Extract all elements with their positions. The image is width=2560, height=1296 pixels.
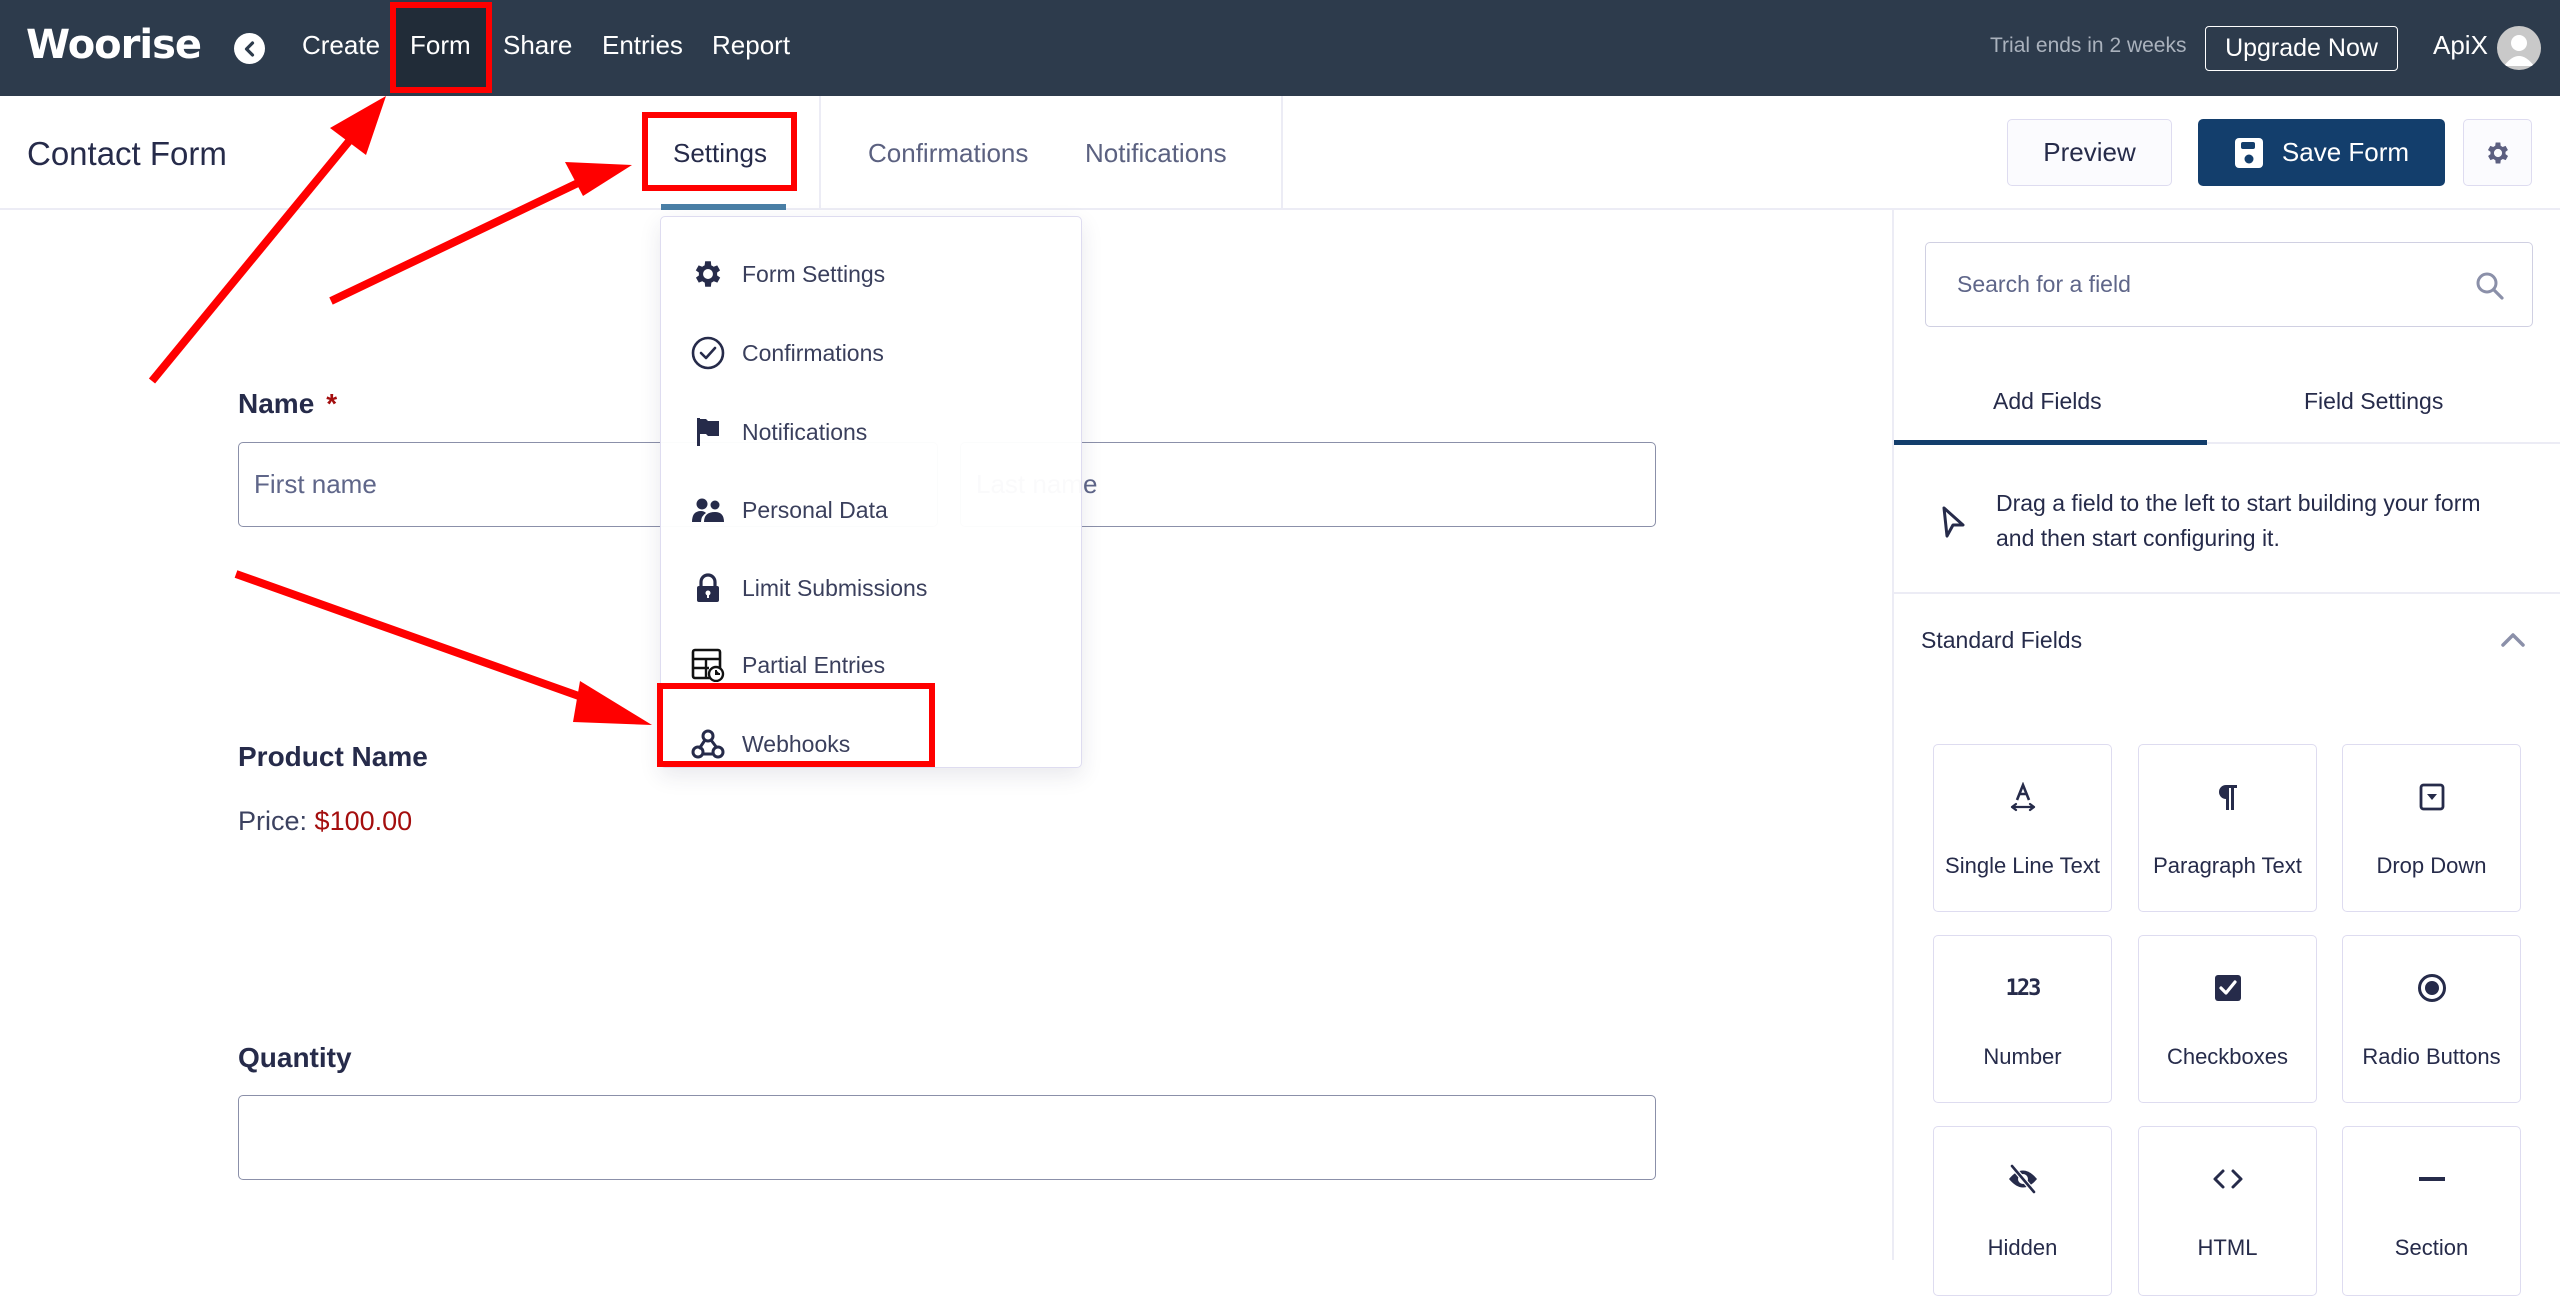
form-options-button[interactable] — [2463, 119, 2532, 186]
field-paragraph-text[interactable]: Paragraph Text — [2138, 744, 2317, 912]
gear-icon — [695, 261, 721, 287]
field-html[interactable]: HTML — [2138, 1126, 2317, 1296]
field-card-label: Drop Down — [2376, 853, 2487, 878]
table-clock-icon — [691, 648, 725, 682]
checkbox-icon — [2214, 975, 2241, 1001]
field-card-label: Checkboxes — [2166, 1044, 2289, 1069]
product-name-label: Product Name — [238, 741, 428, 772]
dropdown-icon — [2419, 783, 2444, 811]
avatar[interactable] — [2497, 26, 2541, 70]
active-tab-indicator — [661, 204, 786, 210]
tab-notifications[interactable]: Notifications — [1085, 138, 1227, 169]
flag-icon — [697, 418, 719, 446]
upgrade-now-button[interactable]: Upgrade Now — [2205, 26, 2398, 71]
name-label-text: Name — [238, 388, 315, 419]
field-single-line-text[interactable]: Single Line Text — [1933, 744, 2112, 912]
section-divider — [1894, 592, 2560, 594]
tab-add-fields[interactable]: Add Fields — [1993, 388, 2102, 415]
username[interactable]: ApiX — [2433, 30, 2488, 61]
field-number[interactable]: 123 Number — [1933, 935, 2112, 1103]
cursor-pointer-icon — [1942, 506, 1965, 538]
field-radio-buttons[interactable]: Radio Buttons — [2342, 935, 2521, 1103]
menu-item-label: Partial Entries — [742, 651, 886, 678]
tab-confirmations[interactable]: Confirmations — [868, 138, 1028, 169]
back-button[interactable] — [234, 33, 265, 64]
drag-hint-text: Drag a field to the left to start buildi… — [1996, 490, 2481, 551]
minus-icon — [2418, 1177, 2445, 1181]
save-form-label: Save Form — [2281, 137, 2410, 167]
price-prefix: Price: — [238, 806, 308, 836]
active-tab-indicator — [1894, 440, 2207, 445]
settings-dropdown-menu: Form Settings Confirmations Notification… — [660, 216, 1082, 768]
price-line: Price: $100.00 — [238, 806, 412, 837]
woorise-logo[interactable]: Woorise — [26, 22, 202, 68]
menu-item-partial-entries[interactable]: Partial Entries — [661, 626, 1081, 704]
nav-share[interactable]: Share — [503, 30, 572, 61]
menu-item-label: Notifications — [742, 418, 868, 445]
floppy-disk-icon — [2234, 137, 2263, 168]
field-search-input[interactable]: Search for a field — [1925, 242, 2533, 327]
chevron-up-icon[interactable] — [2500, 630, 2526, 648]
quantity-label: Quantity — [238, 1042, 352, 1073]
gear-icon — [2487, 142, 2508, 163]
preview-button[interactable]: Preview — [2007, 119, 2172, 186]
tab-field-settings[interactable]: Field Settings — [2304, 388, 2443, 415]
nav-form[interactable]: Form — [410, 30, 471, 61]
form-title: Contact Form — [27, 135, 227, 172]
field-card-label: Paragraph Text — [2153, 853, 2302, 878]
menu-item-notifications[interactable]: Notifications — [661, 393, 1081, 471]
menu-item-webhooks[interactable]: Webhooks — [661, 705, 1081, 783]
menu-item-limit-submissions[interactable]: Limit Submissions — [661, 549, 1081, 627]
menu-item-label: Limit Submissions — [742, 574, 928, 601]
menu-item-label: Webhooks — [742, 730, 851, 757]
eye-slash-icon — [2008, 1164, 2037, 1194]
paragraph-icon — [2218, 785, 2237, 810]
required-marker: * — [326, 388, 338, 419]
tab-settings[interactable]: Settings — [673, 138, 767, 169]
field-card-label: HTML — [2197, 1235, 2258, 1260]
standard-fields-title: Standard Fields — [1921, 627, 2083, 653]
code-icon — [2213, 1169, 2242, 1189]
radio-icon — [2417, 974, 2446, 1002]
search-icon[interactable] — [2474, 270, 2506, 302]
name-field-label: Name * — [238, 388, 337, 420]
menu-item-label: Form Settings — [742, 260, 886, 287]
user-icon — [2504, 35, 2534, 66]
top-navbar: Woorise Create Form Share Entries Report… — [0, 0, 2560, 96]
numbers-icon: 123 — [2005, 975, 2042, 1001]
search-placeholder: Search for a field — [1957, 271, 2131, 297]
tab-divider — [819, 96, 821, 210]
users-icon — [692, 498, 724, 522]
quantity-input[interactable] — [238, 1095, 1656, 1180]
chevron-left-icon — [244, 40, 254, 57]
menu-item-personal-data[interactable]: Personal Data — [661, 471, 1081, 549]
field-checkboxes[interactable]: Checkboxes — [2138, 935, 2317, 1103]
tab-divider — [1281, 96, 1283, 210]
field-card-label: Section — [2394, 1235, 2469, 1260]
price-value: $100.00 — [314, 806, 413, 836]
field-card-label: Radio Buttons — [2362, 1044, 2501, 1069]
lock-icon — [697, 573, 719, 602]
field-card-label: Single Line Text — [1945, 853, 2100, 878]
menu-item-form-settings[interactable]: Form Settings — [661, 235, 1081, 313]
field-drop-down[interactable]: Drop Down — [2342, 744, 2521, 912]
check-circle-icon — [691, 336, 725, 370]
webhook-icon — [691, 729, 725, 759]
field-card-label: Hidden — [1987, 1235, 2058, 1260]
menu-item-label: Personal Data — [742, 496, 888, 523]
field-hidden[interactable]: Hidden — [1933, 1126, 2112, 1296]
arrow-to-webhooks — [234, 570, 652, 725]
field-section[interactable]: Section — [2342, 1126, 2521, 1296]
nav-report[interactable]: Report — [712, 30, 790, 61]
form-toolbar — [0, 96, 2560, 210]
trial-status: Trial ends in 2 weeks — [1990, 34, 2187, 57]
menu-item-confirmations[interactable]: Confirmations — [661, 314, 1081, 392]
save-form-button[interactable]: Save Form — [2198, 119, 2445, 186]
nav-entries[interactable]: Entries — [602, 30, 683, 61]
text-width-icon — [2010, 782, 2035, 812]
menu-item-label: Confirmations — [742, 339, 884, 366]
field-card-label: Number — [1983, 1044, 2062, 1069]
nav-create[interactable]: Create — [302, 30, 380, 61]
